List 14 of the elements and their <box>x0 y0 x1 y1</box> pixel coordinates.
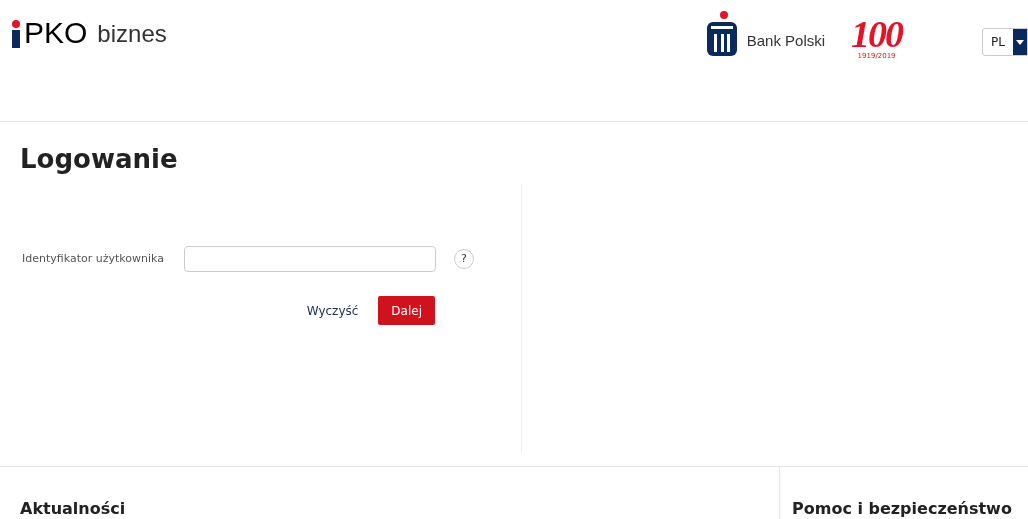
field-label: Identyfikator użytkownika <box>22 250 165 267</box>
logo-product: biznes <box>97 20 167 48</box>
language-select[interactable]: PL <box>982 28 1028 56</box>
user-id-field[interactable] <box>184 246 436 272</box>
caret-icon <box>1016 39 1024 45</box>
clear-link[interactable]: Wyczyść <box>306 301 359 320</box>
jubilee-number: 100 <box>851 16 903 52</box>
page-title: Logowanie <box>20 143 179 176</box>
section-title: Pomoc i bezpieczeństwo <box>792 499 1012 518</box>
i-letter-icon <box>10 20 22 48</box>
bank-name: Bank Polski <box>746 31 826 51</box>
logo-brand: PKO <box>24 18 88 48</box>
section-title: Aktualności <box>20 499 126 518</box>
next-button[interactable]: Dalej <box>378 296 435 325</box>
